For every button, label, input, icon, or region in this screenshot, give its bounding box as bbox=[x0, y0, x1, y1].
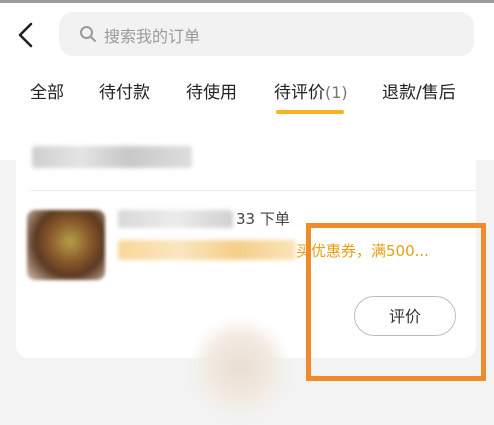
highlight-annotation-box bbox=[306, 223, 486, 381]
shop-name-redacted bbox=[32, 146, 192, 168]
product-thumbnail bbox=[27, 210, 105, 280]
tab-label: 待使用 bbox=[186, 83, 237, 103]
card-divider bbox=[30, 190, 476, 191]
active-tab-indicator bbox=[276, 110, 344, 114]
top-edge-divider bbox=[0, 0, 494, 3]
blur-artifact bbox=[195, 318, 285, 418]
tab-pending-review[interactable]: 待评价(1) bbox=[274, 78, 348, 103]
tab-pending-payment[interactable]: 待付款 bbox=[99, 78, 150, 103]
tab-label: 待付款 bbox=[99, 83, 150, 103]
coupon-title-redacted bbox=[118, 240, 296, 260]
tab-refund-aftersale[interactable]: 退款/售后 bbox=[382, 78, 456, 103]
search-input[interactable]: 搜索我的订单 bbox=[59, 12, 474, 56]
tab-pending-use[interactable]: 待使用 bbox=[186, 78, 237, 103]
search-placeholder: 搜索我的订单 bbox=[104, 27, 201, 46]
tab-label: 退款/售后 bbox=[382, 83, 456, 103]
chevron-left-icon bbox=[18, 22, 33, 48]
tab-all[interactable]: 全部 bbox=[30, 78, 64, 103]
order-time-suffix: 33 下单 bbox=[236, 210, 290, 228]
search-icon bbox=[80, 26, 96, 42]
order-tabs: 全部 待付款 待使用 待评价(1) 退款/售后 bbox=[0, 78, 494, 116]
order-time-redacted bbox=[118, 210, 233, 228]
tab-label: 待评价 bbox=[274, 83, 325, 103]
tab-count: (1) bbox=[325, 83, 348, 102]
back-button[interactable] bbox=[12, 20, 42, 50]
tab-label: 全部 bbox=[30, 83, 64, 103]
